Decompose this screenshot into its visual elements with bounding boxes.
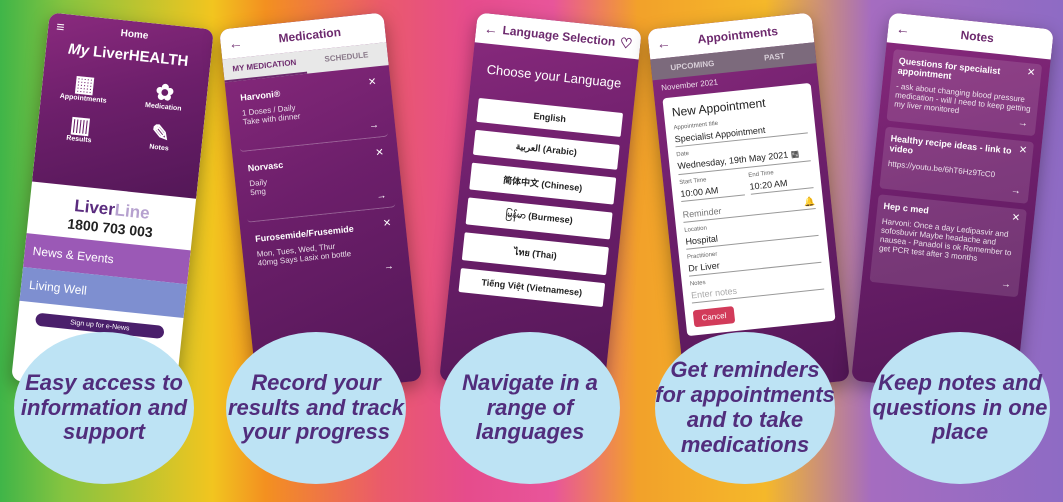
close-icon[interactable]: ✕ xyxy=(1011,212,1020,224)
heart-icon[interactable]: ♡ xyxy=(619,34,633,51)
note-card[interactable]: ✕ Hep c med Harvoni: Once a day Ledipasv… xyxy=(869,194,1027,298)
bell-icon: 🔔 xyxy=(803,196,816,208)
arrow-right-icon: → xyxy=(383,260,395,273)
language-option-burmese[interactable]: မြန်မာ (Burmese) xyxy=(465,197,613,240)
caption-bubble: Keep notes and questions in one place xyxy=(870,332,1050,484)
note-card[interactable]: ✕ Questions for specialist appointment -… xyxy=(886,49,1043,137)
arrow-right-icon: → xyxy=(1000,278,1012,291)
arrow-right-icon: → xyxy=(368,119,380,132)
calendar-icon[interactable]: ▦ xyxy=(790,148,800,159)
medication-card[interactable]: ✕ Furosemide/Frusemide Mon, Tues, Wed, T… xyxy=(248,213,403,292)
close-icon[interactable]: ✕ xyxy=(1018,145,1027,157)
medication-card[interactable]: ✕ Harvoni® 1 Doses / Daily Take with din… xyxy=(233,71,389,153)
language-heading: Choose your Language xyxy=(486,61,623,91)
language-option-vietnamese[interactable]: Tiếng Việt (Vietnamese) xyxy=(458,268,606,308)
cancel-button[interactable]: Cancel xyxy=(692,306,736,328)
note-card[interactable]: ✕ Healthy recipe ideas - link to video h… xyxy=(879,126,1035,204)
close-icon[interactable]: ✕ xyxy=(382,218,391,230)
arrow-right-icon: → xyxy=(1010,185,1022,198)
close-icon[interactable]: ✕ xyxy=(368,77,377,89)
tile-medication[interactable]: ✿ Medication xyxy=(129,78,200,114)
medication-card[interactable]: ✕ Norvasc Daily 5mg → xyxy=(240,142,396,223)
page-title: Notes xyxy=(959,27,995,46)
back-arrow-icon[interactable]: ← xyxy=(228,34,244,51)
close-icon[interactable]: ✕ xyxy=(375,147,384,159)
caption-bubble: Easy access to information and support xyxy=(14,332,194,484)
language-option-thai[interactable]: ไทย (Thai) xyxy=(461,232,609,276)
caption-bubble: Record your results and track your progr… xyxy=(226,332,406,484)
end-time-field[interactable]: 10:20 AM xyxy=(749,175,814,195)
page-title: Language Selection xyxy=(501,23,617,49)
close-icon[interactable]: ✕ xyxy=(1026,67,1035,79)
back-arrow-icon[interactable]: ← xyxy=(656,34,672,51)
tile-notes[interactable]: ✎ Notes xyxy=(125,119,196,155)
language-option-chinese[interactable]: 简体中文 (Chinese) xyxy=(469,162,617,205)
start-time-field[interactable]: 10:00 AM xyxy=(679,182,745,203)
arrow-right-icon: → xyxy=(1017,117,1029,130)
tile-results[interactable]: ▥ Results xyxy=(44,111,115,147)
caption-bubble: Navigate in a range of languages xyxy=(440,332,620,484)
caption-bubble: Get reminders for appointments and to ta… xyxy=(655,332,835,484)
tile-appointments[interactable]: ▦ Appointments xyxy=(49,70,120,106)
new-appointment-modal: New Appointment Appointment title Specia… xyxy=(662,82,836,337)
arrow-right-icon: → xyxy=(375,190,387,203)
language-option-english[interactable]: English xyxy=(476,97,624,137)
language-option-arabic[interactable]: العربية (Arabic) xyxy=(472,129,620,170)
